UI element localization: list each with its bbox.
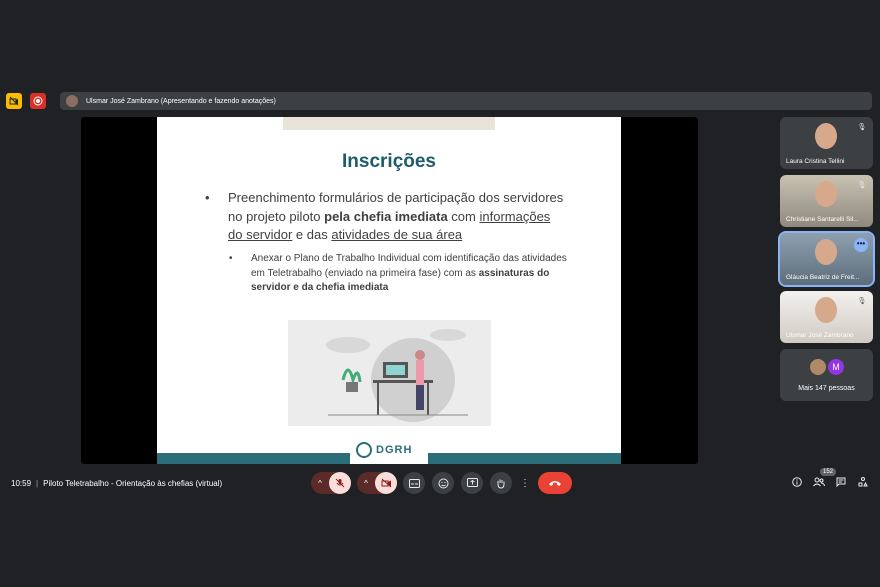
participant-tile[interactable]: ••• Gláucia Beatriz de Freit... <box>778 231 875 287</box>
participant-avatar <box>810 359 826 375</box>
participant-name: Gláucia Beatriz de Freit... <box>786 274 860 281</box>
meeting-info: 10:59 | Piloto Teletrabalho - Orientação à… <box>11 479 223 488</box>
mic-off-icon: 🎙 <box>857 298 867 305</box>
chevron-up-icon[interactable]: ^ <box>357 479 375 488</box>
dgrh-logo: DGRH <box>350 435 428 464</box>
leave-call-button[interactable] <box>538 472 572 494</box>
participant-name: Ulsmar José Zambrano <box>786 332 854 339</box>
presenter-text: Ulsmar José Zambrano (Apresentando e faz… <box>86 97 276 105</box>
bullet-1-underline-2: atividades de sua área <box>331 227 463 242</box>
top-bar: Ulsmar José Zambrano (Apresentando e faz… <box>6 92 872 110</box>
captions-button[interactable] <box>403 472 425 494</box>
side-panel-controls <box>790 477 878 491</box>
slide-bullet-1: • Preenchimento formulários de participa… <box>205 189 567 245</box>
slide: Inscrições • Preenchimento formulários d… <box>157 117 621 464</box>
camera-off-indicator-icon[interactable] <box>6 93 22 109</box>
mic-off-icon: 🎙 <box>857 182 867 189</box>
slide-bullet-2: • Anexar o Plano de Trabalho Individual … <box>229 252 574 296</box>
slide-title: Inscrições <box>342 151 436 172</box>
participant-video <box>815 297 837 323</box>
bullet-1-text-b: com <box>447 208 480 224</box>
meeting-time: 10:59 <box>11 479 32 488</box>
mic-off-button[interactable] <box>329 472 351 494</box>
bullet-1-text-c: e das <box>292 227 332 242</box>
more-options-icon[interactable]: ••• <box>854 238 868 252</box>
bottom-bar: 10:59 | Piloto Teletrabalho - Orientação à… <box>0 468 880 496</box>
chevron-up-icon[interactable]: ^ <box>311 479 329 488</box>
emoji-button[interactable] <box>432 472 454 494</box>
people-button[interactable] <box>812 477 826 491</box>
participant-video <box>815 181 837 207</box>
logo-emblem-icon <box>356 441 372 458</box>
bullet-icon: • <box>229 253 233 264</box>
present-screen-button[interactable] <box>461 472 483 494</box>
presenter-avatar <box>66 95 78 107</box>
telework-illustration <box>288 320 491 426</box>
participant-name: Laura Cristina Tellini <box>786 158 845 165</box>
meeting-details-button[interactable] <box>790 477 804 491</box>
camera-control-group: ^ <box>357 472 397 494</box>
participant-name: Christiane Santarelli Sil... <box>786 216 859 223</box>
participant-count-badge: 152 <box>820 468 837 476</box>
participant-tile[interactable]: 🎙 Laura Cristina Tellini <box>780 117 873 169</box>
raise-hand-button[interactable] <box>490 472 512 494</box>
more-people-label: Mais 147 pessoas <box>798 385 855 392</box>
more-people-tile[interactable]: M Mais 147 pessoas <box>780 349 873 401</box>
presentation-stage: Inscrições • Preenchimento formulários d… <box>81 117 698 464</box>
recording-indicator-icon[interactable] <box>30 93 46 109</box>
call-controls: ^ ^ ⋮ <box>311 472 572 494</box>
meeting-title: Piloto Teletrabalho - Orientação às chef… <box>43 479 223 488</box>
participant-avatar <box>815 123 837 149</box>
bullet-1-bold: pela chefia imediata <box>324 208 448 224</box>
presenter-banner: Ulsmar José Zambrano (Apresentando e faz… <box>60 92 872 110</box>
logo-text: DGRH <box>376 443 413 456</box>
chat-button[interactable] <box>834 477 848 491</box>
participant-tiles: 🎙 Laura Cristina Tellini 🎙 Christiane Sa… <box>778 117 875 407</box>
participant-tile[interactable]: 🎙 Christiane Santarelli Sil... <box>780 175 873 227</box>
participant-avatar: M <box>828 359 844 375</box>
bullet-icon: • <box>205 190 210 205</box>
participant-video <box>815 239 837 265</box>
mic-control-group: ^ <box>311 472 351 494</box>
mic-off-icon: 🎙 <box>857 124 867 131</box>
activities-button[interactable] <box>856 477 870 491</box>
more-options-button[interactable]: ⋮ <box>519 472 531 494</box>
participant-tile[interactable]: 🎙 Ulsmar José Zambrano <box>780 291 873 343</box>
slide-top-bar <box>283 117 495 130</box>
camera-off-button[interactable] <box>375 472 397 494</box>
